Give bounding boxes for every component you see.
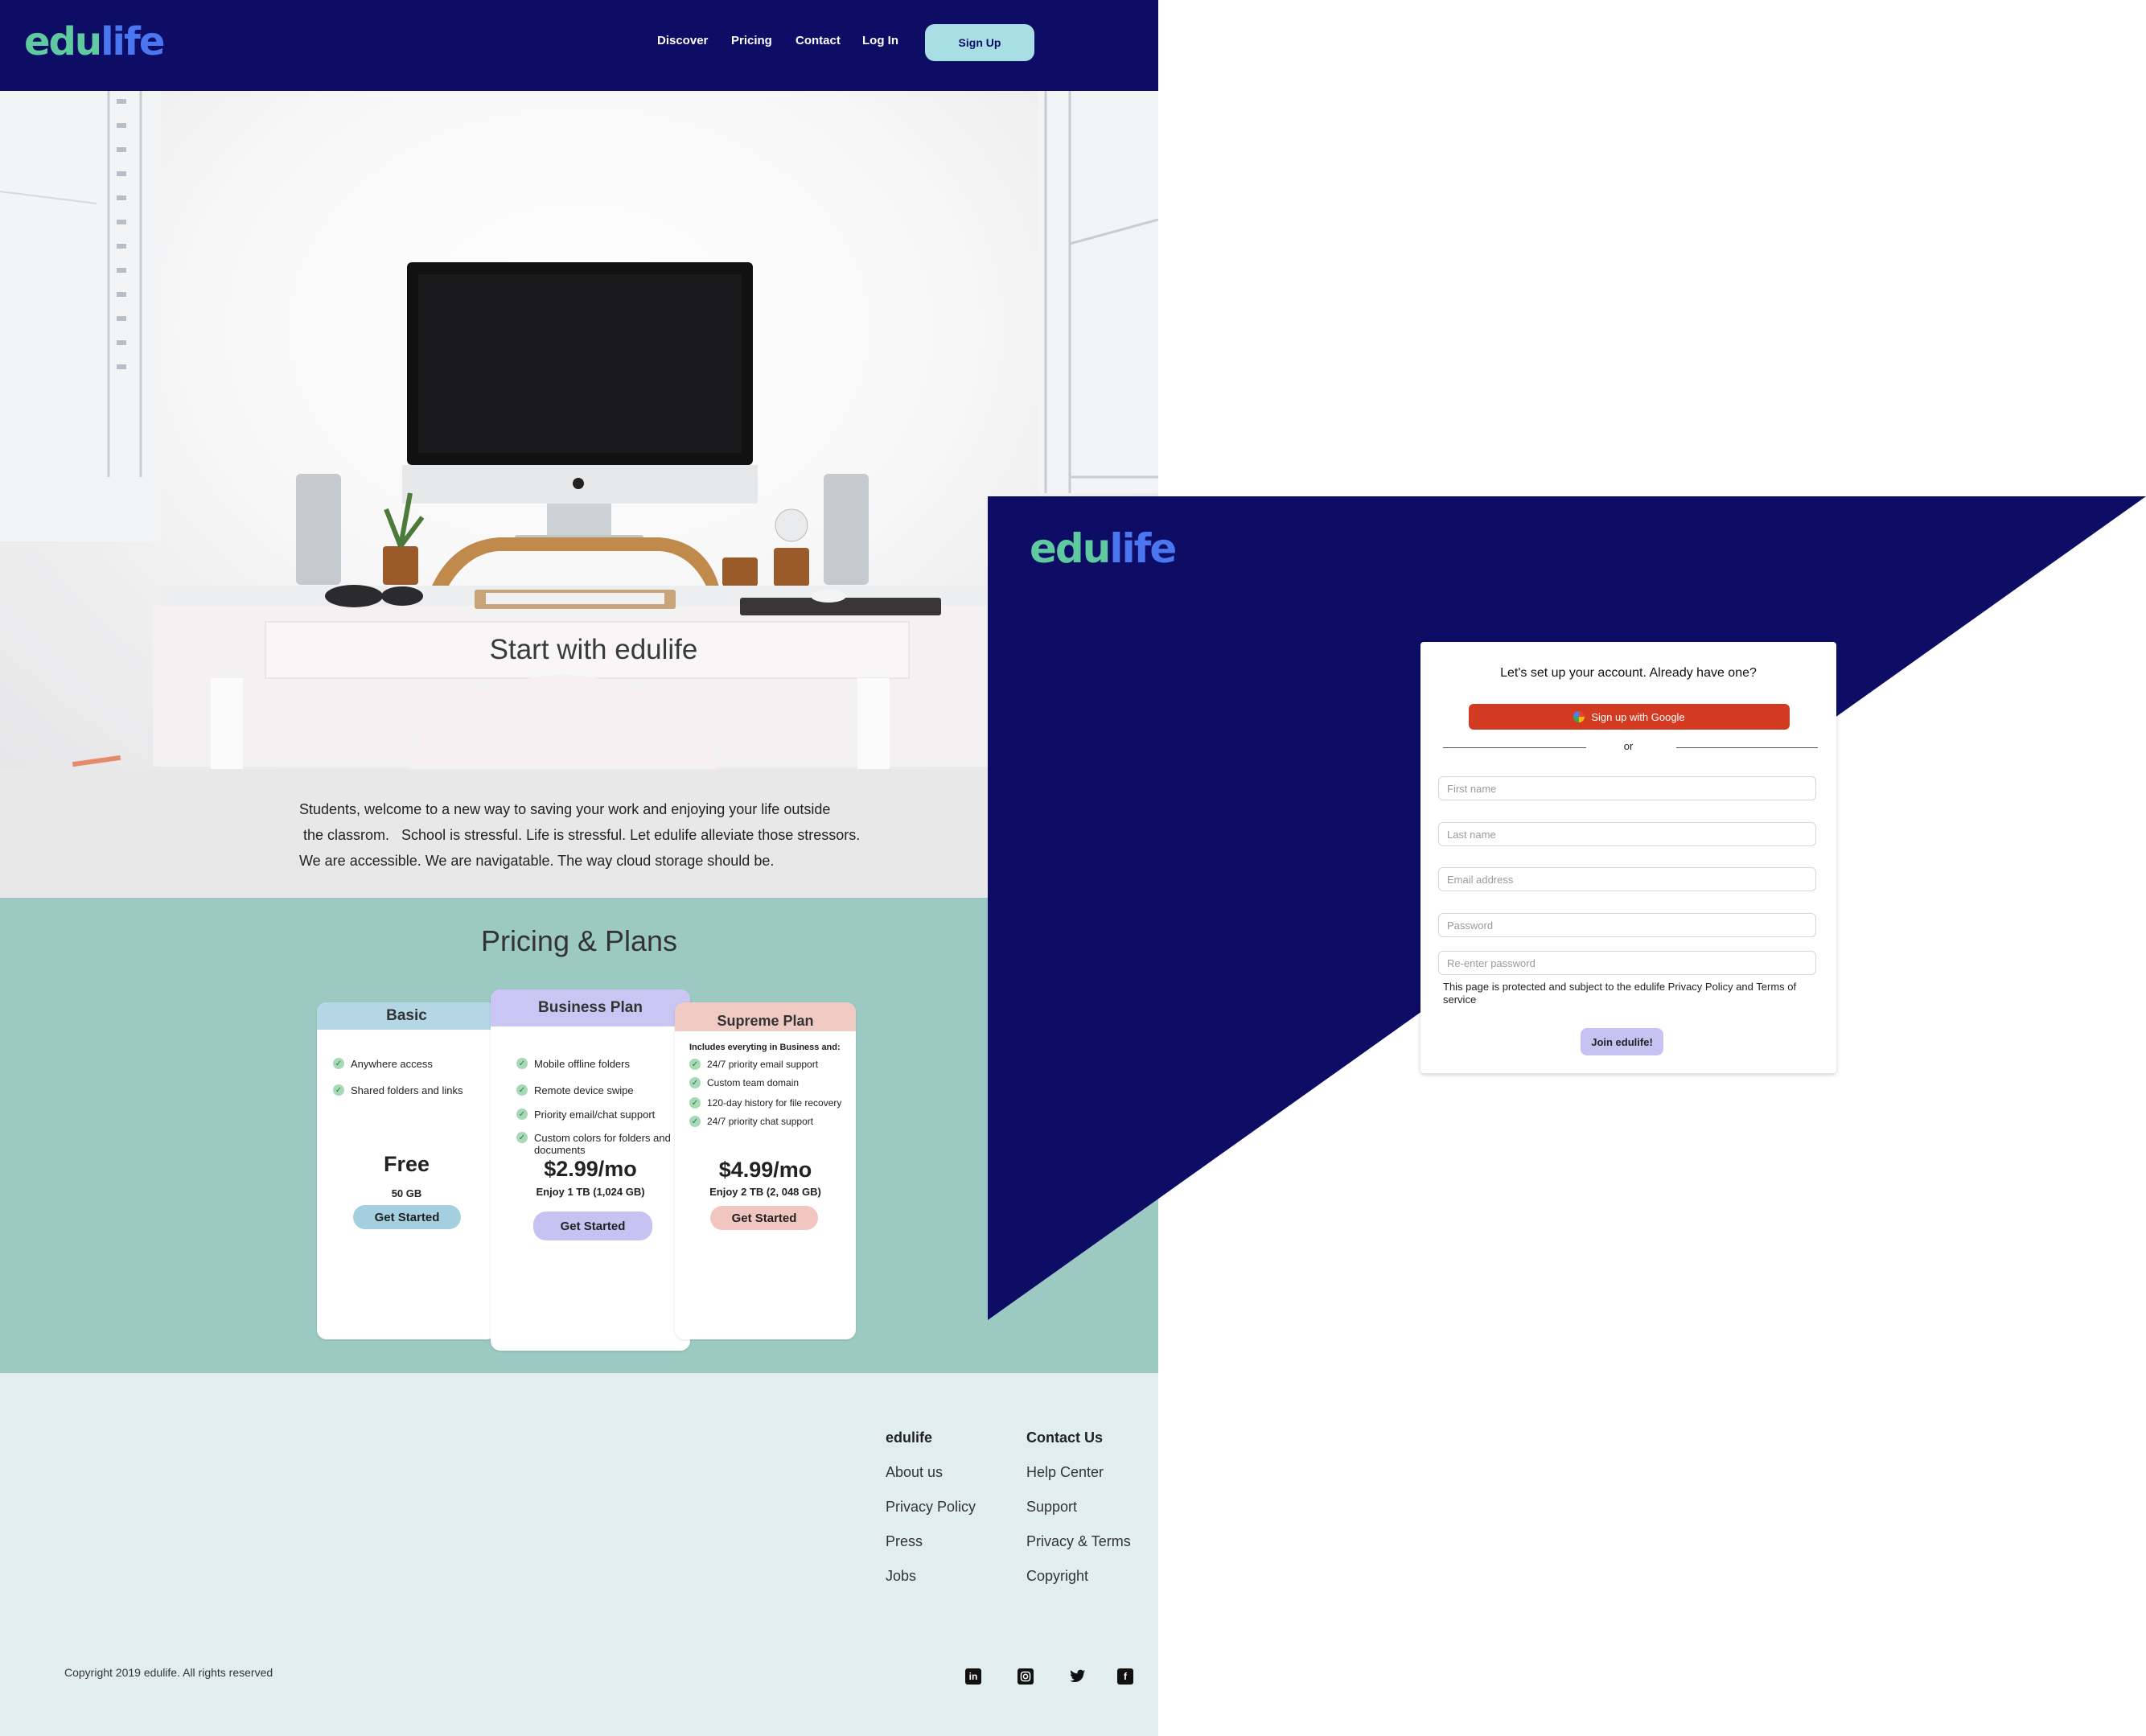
plan-storage: Enjoy 1 TB (1,024 GB) (536, 1186, 645, 1198)
plan-feature: ✓ 24/7 priority chat support (689, 1116, 813, 1128)
check-icon: ✓ (516, 1058, 528, 1069)
plan-price: $4.99/mo (718, 1158, 812, 1182)
check-icon: ✓ (689, 1116, 701, 1127)
plan-storage: 50 GB (391, 1187, 422, 1199)
plan-intro-text: Includes everyting in Business and: (689, 1043, 841, 1052)
check-icon: ✓ (689, 1059, 701, 1070)
signup-heading[interactable]: Let's set up your account. Already have … (1420, 666, 1836, 681)
plan-feature: ✓ 120-day history for file recovery (689, 1097, 841, 1109)
plan-storage: Enjoy 2 TB (2, 048 GB) (709, 1186, 821, 1198)
edulife-logo[interactable]: edulife (24, 19, 165, 64)
footer-link-privacy-policy[interactable]: Privacy Policy (886, 1499, 976, 1516)
footer: edulife About us Privacy Policy Press Jo… (0, 1373, 1158, 1736)
intro-line-3: We are accessible. We are navigatable. T… (299, 853, 775, 869)
footer-heading-contact: Contact Us (1026, 1430, 1104, 1446)
plan-card-business: Business Plan ✓ Mobile offline folders ✓ R… (491, 989, 690, 1351)
first-name-input[interactable] (1438, 776, 1816, 800)
landing-page: edulife Discover Pricing Contact Log In … (0, 0, 1158, 1736)
plan-card-supreme: Supreme Plan Includes everyting in Busin… (675, 1002, 856, 1339)
instagram-icon[interactable] (1018, 1668, 1034, 1685)
footer-link-press[interactable]: Press (886, 1533, 923, 1550)
intro-line-1: Students, welcome to a new way to saving… (299, 801, 831, 817)
footer-link-copyright[interactable]: Copyright (1026, 1568, 1088, 1585)
plan-feature: ✓ Custom team domain (689, 1077, 799, 1089)
or-divider-text: or (1623, 740, 1634, 752)
footer-heading-edulife: edulife (886, 1430, 933, 1446)
check-icon: ✓ (516, 1132, 528, 1143)
last-name-input[interactable] (1438, 822, 1816, 846)
footer-link-privacy-terms[interactable]: Privacy & Terms (1026, 1533, 1131, 1550)
plan-price: Free (383, 1152, 430, 1176)
plan-name: Basic (317, 1002, 496, 1030)
plan-price: $2.99/mo (544, 1157, 637, 1181)
plan-feature: ✓ Mobile offline folders (516, 1058, 630, 1070)
nav-link-contact[interactable]: Contact (796, 34, 841, 47)
get-started-button-supreme[interactable]: Get Started (710, 1206, 818, 1230)
top-navbar: edulife Discover Pricing Contact Log In … (0, 0, 1158, 91)
google-signup-button[interactable]: Sign up with Google (1469, 704, 1790, 730)
check-icon: ✓ (516, 1109, 528, 1120)
plan-feature: ✓ Priority email/chat support (516, 1109, 655, 1121)
nav-link-discover[interactable]: Discover (657, 34, 708, 47)
footer-link-support[interactable]: Support (1026, 1499, 1077, 1516)
nav-link-login[interactable]: Log In (862, 34, 898, 47)
signup-edulife-logo[interactable]: edulife (1030, 525, 1177, 572)
get-started-button-business[interactable]: Get Started (533, 1211, 652, 1240)
footer-link-about[interactable]: About us (886, 1464, 943, 1481)
signup-card: Let's set up your account. Already have … (1420, 642, 1836, 1073)
check-icon: ✓ (516, 1084, 528, 1096)
plan-feature: ✓ 24/7 priority email support (689, 1059, 818, 1071)
linkedin-icon[interactable]: in (965, 1668, 981, 1685)
email-input[interactable] (1438, 867, 1816, 891)
pricing-section: Pricing & Plans Basic ✓ Anywhere access ✓… (0, 898, 1158, 1373)
intro-section: Students, welcome to a new way to saving… (0, 769, 1158, 898)
plan-name: Business Plan (491, 989, 690, 1026)
plan-feature: ✓ Anywhere access (333, 1058, 433, 1070)
footer-link-help-center[interactable]: Help Center (1026, 1464, 1104, 1481)
pricing-title: Pricing & Plans (480, 924, 678, 957)
plan-card-basic: Basic ✓ Anywhere access ✓ Shared folders a… (317, 1002, 496, 1339)
plan-feature: ✓ Remote device swipe (516, 1084, 634, 1096)
google-icon (1573, 711, 1585, 722)
nav-signup-button[interactable]: Sign Up (925, 24, 1034, 61)
check-icon: ✓ (333, 1058, 344, 1069)
check-icon: ✓ (333, 1084, 344, 1096)
hero-desk-illustration (0, 91, 1158, 769)
signup-panel: edulife Let's set up your account. Alrea… (988, 496, 2146, 1320)
twitter-icon[interactable] (1070, 1668, 1086, 1685)
nav-link-pricing[interactable]: Pricing (731, 34, 772, 47)
facebook-icon[interactable]: f (1117, 1668, 1133, 1685)
reenter-password-input[interactable] (1438, 951, 1816, 975)
hero-title: Start with edulife (489, 634, 698, 665)
copyright-text: Copyright 2019 edulife. All rights reser… (64, 1666, 273, 1679)
divider-right (1676, 747, 1818, 748)
check-icon: ✓ (689, 1077, 701, 1088)
hero-section: Start with edulife (0, 91, 1158, 769)
footer-link-jobs[interactable]: Jobs (886, 1568, 916, 1585)
privacy-notice: This page is protected and subject to th… (1443, 981, 1797, 1006)
check-icon: ✓ (689, 1097, 701, 1109)
plan-feature: ✓ Custom colors for folders and documents (516, 1132, 687, 1156)
join-button[interactable]: Join edulife! (1581, 1028, 1663, 1055)
password-input[interactable] (1438, 913, 1816, 937)
plan-name: Supreme Plan (675, 1002, 856, 1031)
plan-feature: ✓ Shared folders and links (333, 1084, 462, 1096)
get-started-button-basic[interactable]: Get Started (353, 1205, 461, 1229)
intro-line-2: the classrom. School is stressful. Life … (299, 827, 861, 843)
